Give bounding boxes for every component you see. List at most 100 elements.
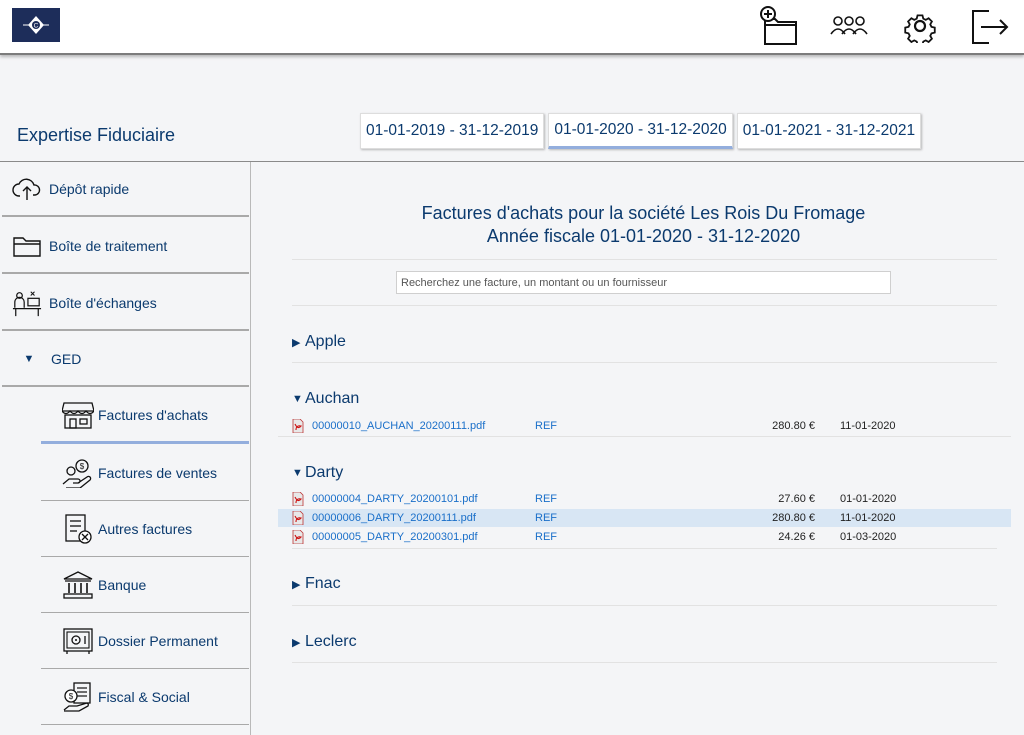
date: 01-03-2020 (840, 531, 897, 543)
sidebar-item-boite-echanges[interactable]: Boîte d'échanges (2, 276, 249, 331)
page-title-line2: Année fiscale 01-01-2020 - 31-12-2020 (486, 226, 801, 246)
table-row-selected[interactable]: 00000006_DARTY_20200111.pdf REF 280.80 €… (278, 509, 1011, 527)
date: 01-01-2020 (840, 493, 897, 505)
pdf-icon (292, 529, 304, 545)
triangle-right-icon: ▶ (292, 336, 301, 349)
logout-icon (972, 10, 1009, 44)
sidebar-item-boite-traitement[interactable]: Boîte de traitement (2, 219, 249, 274)
triangle-down-icon: ▼ (23, 352, 35, 365)
gear-icon (904, 14, 936, 43)
sidebar-item-label: Boîte d'échanges (49, 294, 157, 311)
ref-link[interactable]: REF (535, 420, 557, 432)
amount: 280.80 € (772, 420, 815, 432)
group-name: Fnac (305, 575, 341, 592)
amount: 280.80 € (772, 512, 815, 524)
divider (292, 605, 997, 606)
table-row[interactable]: 00000004_DARTY_20200101.pdf REF 27.60 € … (278, 490, 1011, 508)
safe-icon (62, 625, 94, 657)
sidebar-subitem-label: Fiscal & Social (98, 688, 190, 705)
triangle-down-icon: ▼ (292, 393, 303, 405)
sidebar-subitem-fiscal-social[interactable]: $ Fiscal & Social (41, 669, 249, 725)
divider (292, 662, 997, 663)
page-title-line1: Factures d'achats pour la société Les Ro… (421, 203, 866, 223)
ref-link[interactable]: REF (535, 531, 557, 543)
group-name: Leclerc (305, 633, 357, 650)
file-link[interactable]: 00000006_DARTY_20200111.pdf (312, 512, 476, 524)
new-folder-icon (760, 6, 797, 45)
users-icon (830, 16, 868, 35)
date: 11-01-2020 (840, 420, 896, 432)
tax-icon: $ (62, 681, 94, 713)
pdf-icon (292, 491, 304, 507)
pdf-icon (292, 418, 304, 434)
group-name: Apple (305, 333, 346, 350)
table-row[interactable]: 00000005_DARTY_20200301.pdf REF 24.26 € … (278, 528, 1011, 546)
sidebar-subitem-label: Dossier Permanent (98, 632, 218, 649)
pdf-icon (292, 510, 304, 526)
cloud-upload-icon (12, 174, 42, 204)
sidebar-item-label: Boîte de traitement (49, 237, 168, 254)
settings-button[interactable] (897, 4, 943, 48)
file-link[interactable]: 00000005_DARTY_20200301.pdf (312, 531, 478, 543)
tab-fiscal-2020[interactable]: 01-01-2020 - 31-12-2020 (548, 113, 733, 149)
sidebar-item-depot-rapide[interactable]: Dépôt rapide (2, 162, 249, 217)
money-hand-icon: $ (62, 457, 94, 489)
main-content: Factures d'achats pour la société Les Ro… (252, 162, 1024, 735)
sidebar-item-ged[interactable]: ▼ GED (2, 332, 249, 387)
divider (292, 259, 997, 260)
sidebar: Dépôt rapide Boîte de traitement Boîte d… (0, 162, 251, 735)
users-button[interactable] (826, 4, 872, 48)
divider (292, 362, 997, 363)
group-name: Auchan (305, 390, 360, 407)
table-row[interactable]: 00000010_AUCHAN_20200111.pdf REF 280.80 … (278, 417, 1011, 435)
date: 11-01-2020 (840, 512, 896, 524)
amount: 24.26 € (778, 531, 815, 543)
svg-text:C: C (34, 23, 39, 30)
app-logo[interactable]: C (12, 8, 60, 42)
ref-link[interactable]: REF (535, 493, 557, 505)
amount: 27.60 € (778, 493, 815, 505)
bank-icon (62, 569, 94, 601)
divider (292, 305, 997, 306)
desk-icon (12, 288, 42, 318)
sidebar-subitem-label: Factures de ventes (98, 464, 218, 481)
new-folder-button[interactable] (756, 4, 802, 48)
search-input[interactable] (396, 271, 891, 294)
sidebar-subitem-factures-ventes[interactable]: $ Factures de ventes (41, 445, 249, 501)
sidebar-item-label: GED (51, 350, 82, 367)
divider (292, 548, 997, 549)
group-header-apple[interactable]: ▶ Apple (292, 333, 346, 351)
sidebar-subitem-label: Factures d'achats (98, 406, 209, 423)
sidebar-subitem-dossier-permanent[interactable]: Dossier Permanent (41, 613, 249, 669)
group-header-darty[interactable]: ▼ Darty (292, 464, 343, 482)
logout-button[interactable] (966, 4, 1012, 48)
fiscal-year-tabs: 01-01-2019 - 31-12-2019 01-01-2020 - 31-… (360, 113, 922, 149)
page-title: Factures d'achats pour la société Les Ro… (292, 202, 995, 248)
group-header-auchan[interactable]: ▼ Auchan (292, 390, 359, 408)
triangle-down-icon: ▼ (292, 467, 303, 479)
invoice-x-icon (62, 513, 94, 545)
shop-icon (62, 399, 94, 431)
company-name: Expertise Fiduciaire (17, 125, 176, 145)
group-name: Darty (305, 464, 344, 481)
sidebar-subitem-autres-factures[interactable]: Autres factures (41, 501, 249, 557)
triangle-right-icon: ▶ (292, 578, 301, 591)
tab-fiscal-2019[interactable]: 01-01-2019 - 31-12-2019 (360, 113, 545, 149)
file-link[interactable]: 00000010_AUCHAN_20200111.pdf (312, 420, 485, 432)
folder-icon (12, 231, 42, 261)
sidebar-subitem-factures-achats[interactable]: Factures d'achats (41, 388, 249, 444)
top-bar: C (0, 0, 1024, 55)
sidebar-subitem-banque[interactable]: Banque (41, 557, 249, 613)
svg-text:$: $ (69, 692, 74, 701)
ref-link[interactable]: REF (535, 512, 557, 524)
svg-text:$: $ (80, 462, 85, 471)
file-link[interactable]: 00000004_DARTY_20200101.pdf (312, 493, 478, 505)
tab-fiscal-2021[interactable]: 01-01-2021 - 31-12-2021 (736, 113, 922, 149)
sidebar-subitem-label: Banque (98, 576, 147, 593)
group-header-fnac[interactable]: ▶ Fnac (292, 575, 341, 593)
group-header-leclerc[interactable]: ▶ Leclerc (292, 633, 357, 651)
triangle-right-icon: ▶ (292, 636, 301, 649)
divider (278, 436, 1011, 437)
sidebar-item-label: Dépôt rapide (49, 180, 130, 197)
logo-icon: C (23, 16, 49, 34)
